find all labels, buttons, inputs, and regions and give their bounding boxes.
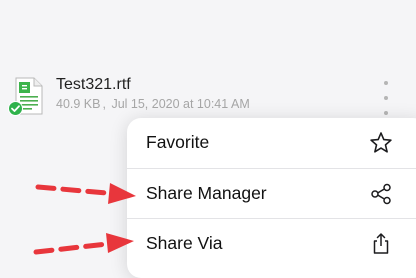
file-list-item[interactable]: Test321.rtf 40.9 KB, Jul 15, 2020 at 10:… [0,66,416,120]
menu-item-share-via[interactable]: Share Via [127,218,416,268]
more-options-button[interactable] [380,81,392,115]
star-icon [368,130,394,156]
more-dot-icon [384,96,388,100]
menu-item-favorite[interactable]: Favorite [127,118,416,167]
red-arrow-icon [30,230,140,260]
context-menu: Favorite Share Manager Share Via [127,118,416,278]
red-arrow-icon [32,176,142,206]
share-upload-icon [368,231,394,257]
share-nodes-icon [368,181,394,207]
menu-item-label: Share Manager [146,183,267,203]
file-name: Test321.rtf [56,76,131,93]
more-dot-icon [384,111,388,115]
file-metadata: 40.9 KB, Jul 15, 2020 at 10:41 AM [56,97,250,111]
file-modified-date: Jul 15, 2020 at 10:41 AM [111,97,250,111]
file-size: 40.9 KB [56,97,101,111]
menu-item-label: Favorite [146,132,210,152]
more-dot-icon [384,81,388,85]
menu-item-share-manager[interactable]: Share Manager [127,168,416,218]
green-check-icon [8,101,23,116]
meta-separator: , [102,97,106,111]
menu-item-label: Share Via [146,233,223,253]
